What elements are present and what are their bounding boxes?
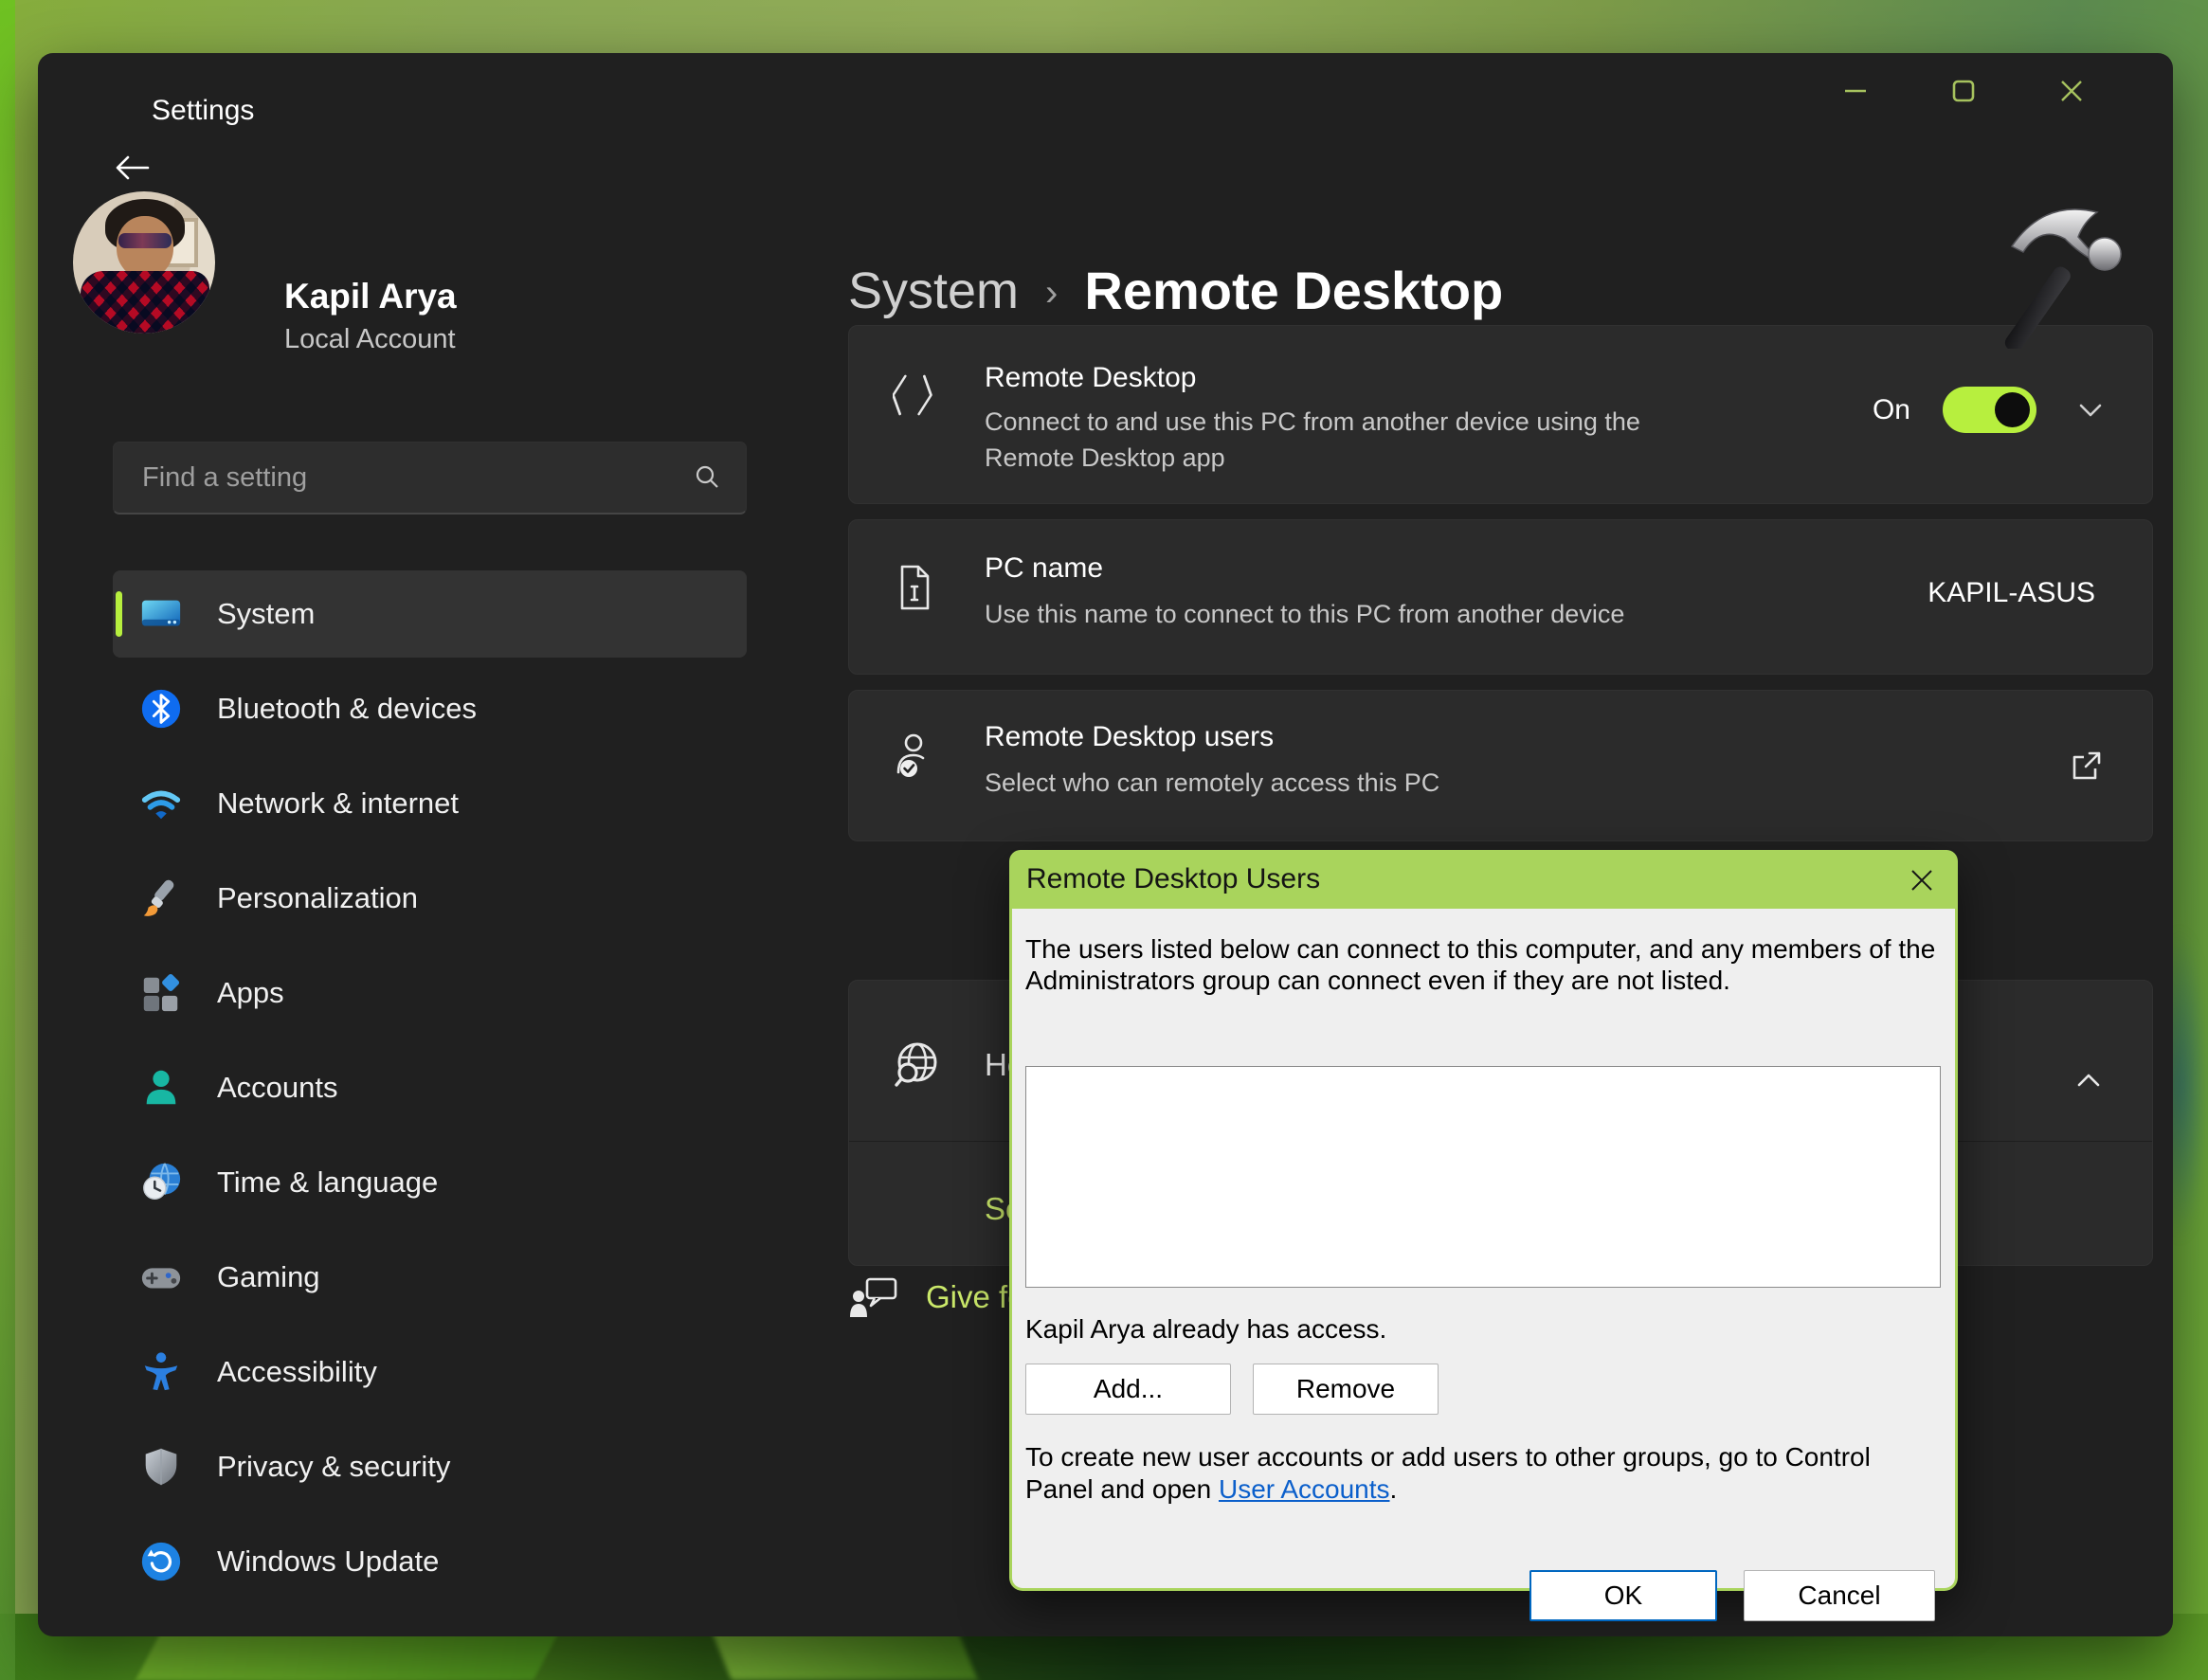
sidebar-item-apps[interactable]: Apps <box>113 946 747 1040</box>
sidebar-item-personalization[interactable]: Personalization <box>113 851 747 946</box>
remote-desktop-users-card[interactable]: Remote Desktop users Select who can remo… <box>848 690 2153 841</box>
external-link-icon[interactable] <box>2069 748 2105 784</box>
cancel-button[interactable]: Cancel <box>1744 1570 1935 1621</box>
sidebar-item-label: Time & language <box>217 1165 438 1200</box>
remote-desktop-description: Connect to and use this PC from another … <box>985 404 1724 476</box>
minimize-icon <box>1840 76 1871 106</box>
pc-name-icon <box>893 564 936 611</box>
footer-text-before: To create new user accounts or add users… <box>1025 1442 1871 1504</box>
ok-button[interactable]: OK <box>1529 1570 1717 1621</box>
bluetooth-icon <box>139 687 183 731</box>
remote-desktop-toggle[interactable] <box>1943 387 2036 433</box>
back-button[interactable] <box>110 148 154 188</box>
close-button[interactable] <box>2018 53 2126 129</box>
pc-name-card[interactable]: PC name Use this name to connect to this… <box>848 519 2153 675</box>
gamepad-icon <box>139 1255 183 1299</box>
remote-desktop-icon <box>893 371 938 419</box>
close-icon <box>2056 76 2087 106</box>
sidebar-item-label: Bluetooth & devices <box>217 692 477 726</box>
remote-desktop-card[interactable]: Remote Desktop Connect to and use this P… <box>848 325 2153 504</box>
dialog-users-listbox[interactable] <box>1025 1066 1941 1288</box>
sidebar-item-accounts[interactable]: Accounts <box>113 1040 747 1135</box>
dialog-body: The users listed below can connect to th… <box>1012 909 1955 1588</box>
rd-users-title: Remote Desktop users <box>985 721 1274 753</box>
user-accounts-link[interactable]: User Accounts <box>1219 1474 1390 1504</box>
pc-name-value: KAPIL-ASUS <box>1927 577 2095 609</box>
footer-text-after: . <box>1390 1474 1398 1504</box>
back-arrow-icon <box>113 151 151 185</box>
remote-desktop-title: Remote Desktop <box>985 362 1196 394</box>
dialog-instruction: The users listed below can connect to th… <box>1025 933 1940 996</box>
accessibility-icon <box>139 1350 183 1394</box>
chevron-up-icon[interactable] <box>2074 1068 2103 1093</box>
dialog-close-button[interactable] <box>1901 859 1943 901</box>
dialog-close-icon <box>1909 867 1935 894</box>
pc-name-title: PC name <box>985 552 1103 585</box>
sidebar-item-system[interactable]: System <box>113 570 747 658</box>
breadcrumb-system[interactable]: System <box>848 262 1019 320</box>
sidebar-item-gaming[interactable]: Gaming <box>113 1230 747 1325</box>
maximize-icon <box>1948 76 1979 106</box>
search-box <box>113 442 747 515</box>
sidebar-item-label: Privacy & security <box>217 1450 450 1484</box>
breadcrumb-separator: › <box>1045 272 1058 315</box>
breadcrumb: System › Remote Desktop <box>848 260 1503 321</box>
accounts-icon <box>139 1066 183 1110</box>
sidebar-item-label: Personalization <box>217 881 418 915</box>
dialog-titlebar[interactable]: Remote Desktop Users <box>1009 850 1958 909</box>
rd-users-description: Select who can remotely access this PC <box>985 765 1837 801</box>
maximize-button[interactable] <box>1909 53 2018 129</box>
dialog-title: Remote Desktop Users <box>1026 863 1320 895</box>
add-button[interactable]: Add... <box>1025 1364 1231 1415</box>
sidebar-item-privacy-security[interactable]: Privacy & security <box>113 1419 747 1514</box>
window-controls <box>1801 53 2126 129</box>
sidebar-item-label: Accounts <box>217 1071 338 1105</box>
remote-desktop-users-icon <box>893 731 938 780</box>
help-globe-icon <box>889 1038 944 1093</box>
chevron-down-icon[interactable] <box>2076 398 2105 423</box>
wifi-icon <box>139 782 183 825</box>
sidebar-item-label: System <box>217 597 315 631</box>
pc-name-description: Use this name to connect to this PC from… <box>985 596 1837 632</box>
shield-icon <box>139 1445 183 1489</box>
sidebar-item-windows-update[interactable]: Windows Update <box>113 1514 747 1609</box>
app-title: Settings <box>152 95 254 127</box>
selection-indicator <box>116 591 122 637</box>
search-icon[interactable] <box>693 463 721 492</box>
sidebar-item-label: Network & internet <box>217 786 459 821</box>
page-title: Remote Desktop <box>1084 260 1503 321</box>
search-input[interactable] <box>114 462 693 494</box>
sidebar-item-label: Accessibility <box>217 1355 377 1389</box>
toggle-knob <box>1995 392 2030 427</box>
sidebar-item-bluetooth-devices[interactable]: Bluetooth & devices <box>113 661 747 756</box>
windows-update-icon <box>139 1540 183 1583</box>
dialog-access-note: Kapil Arya already has access. <box>1025 1314 1386 1345</box>
system-icon <box>139 592 183 636</box>
sidebar-item-accessibility[interactable]: Accessibility <box>113 1325 747 1419</box>
toggle-state-label: On <box>1873 394 1910 426</box>
account-name: Kapil Arya <box>284 277 457 316</box>
sidebar: System Bluetooth & devices Network & int… <box>113 567 747 1609</box>
dialog-footer-text: To create new user accounts or add users… <box>1025 1441 1940 1506</box>
sidebar-item-label: Apps <box>217 976 284 1010</box>
avatar[interactable] <box>73 191 215 334</box>
sidebar-item-label: Windows Update <box>217 1545 439 1579</box>
account-type: Local Account <box>284 324 456 355</box>
feedback-icon <box>850 1275 899 1319</box>
paintbrush-icon <box>139 876 183 920</box>
sidebar-item-label: Gaming <box>217 1260 320 1294</box>
time-language-icon <box>139 1161 183 1204</box>
wallpaper-left-edge <box>0 0 15 1680</box>
minimize-button[interactable] <box>1801 53 1909 129</box>
remove-button[interactable]: Remove <box>1253 1364 1439 1415</box>
remote-desktop-users-dialog: Remote Desktop Users The users listed be… <box>1009 850 1958 1591</box>
sidebar-item-network-internet[interactable]: Network & internet <box>113 756 747 851</box>
sidebar-item-time-language[interactable]: Time & language <box>113 1135 747 1230</box>
apps-icon <box>139 971 183 1015</box>
